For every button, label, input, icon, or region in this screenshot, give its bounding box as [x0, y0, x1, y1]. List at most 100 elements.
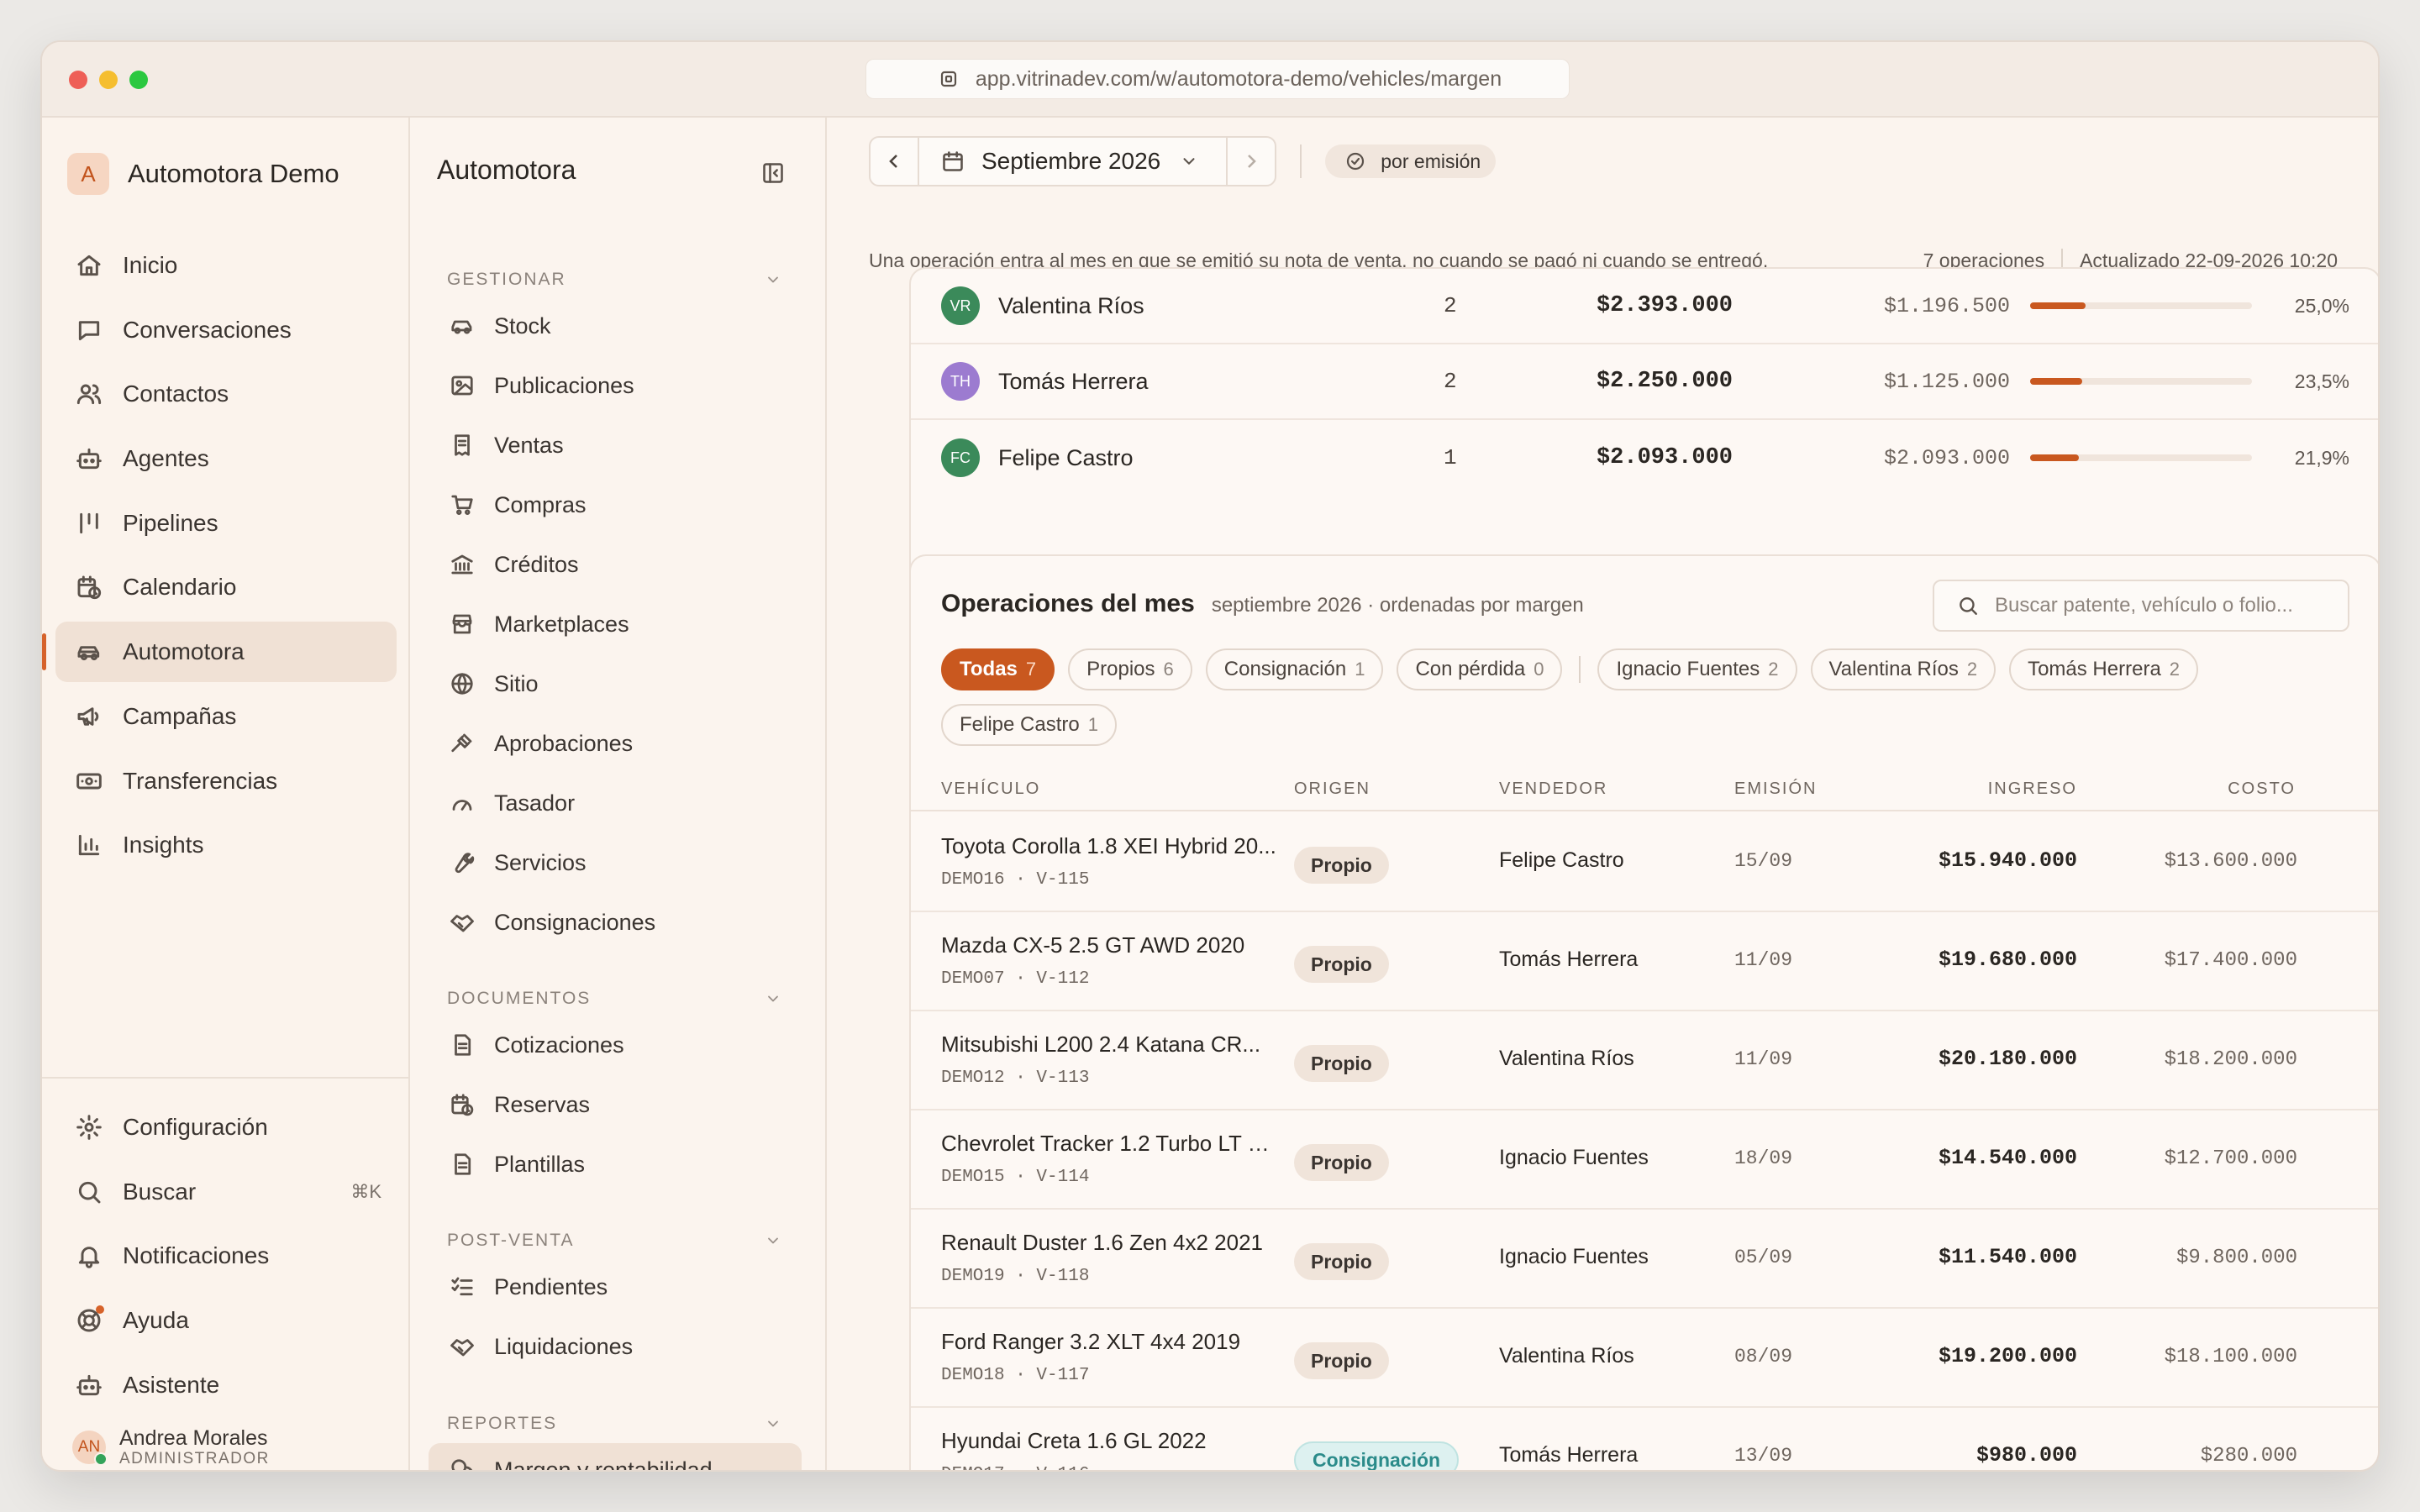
sidebar-item-transferencias[interactable]: Transferencias	[55, 751, 397, 811]
next-month-button[interactable]	[1226, 138, 1275, 185]
vehicle-name: Mazda CX-5 2.5 GT AWD 2020	[941, 932, 1245, 958]
sidebar-item-contactos[interactable]: Contactos	[55, 364, 397, 424]
sidebar-item-calendario[interactable]: Calendario	[55, 557, 397, 617]
section-item-cotizaciones[interactable]: Cotizaciones	[429, 1018, 802, 1072]
table-row[interactable]: Ford Ranger 3.2 XLT 4x4 2019 DEMO18 · V-1…	[911, 1309, 2378, 1408]
sidebar-item-notificaciones[interactable]: Notificaciones	[55, 1226, 397, 1286]
section-sidebar: Automotora GESTIONAR Stock Publicaciones Ve…	[410, 118, 827, 1470]
sidebar-item-buscar[interactable]: Buscar ⌘K	[55, 1162, 397, 1222]
filter-count: 1	[1355, 659, 1365, 680]
filter-chip-felipe-castro[interactable]: Felipe Castro 1	[941, 704, 1117, 746]
table-row[interactable]: Toyota Corolla 1.8 XEI Hybrid 20... DEMO1…	[911, 813, 2378, 912]
section-item-consignaciones[interactable]: Consignaciones	[429, 895, 802, 949]
sidebar-item-insights[interactable]: Insights	[55, 815, 397, 875]
date-mode-toggle[interactable]: por emisión	[1325, 144, 1497, 178]
close-window-button[interactable]	[69, 71, 87, 89]
vehicle-ids: DEMO15 · V-114	[941, 1168, 1090, 1187]
app-window: app.vitrinadev.com/w/automotora-demo/veh…	[40, 40, 2380, 1472]
column-origen[interactable]: ORIGEN	[1294, 780, 1370, 799]
seller-name: Tomás Herrera	[1499, 1443, 1639, 1467]
filter-label: Todas	[960, 658, 1018, 680]
site-info-icon[interactable]	[934, 64, 964, 94]
column-ingreso[interactable]: INGRESO	[1988, 780, 2077, 799]
section-item-pendientes[interactable]: Pendientes	[429, 1260, 802, 1314]
filter-label: Valentina Ríos	[1828, 658, 1959, 680]
seller-row[interactable]: VR Valentina Ríos 2 $2.393.000 $1.196.500 25,…	[911, 269, 2378, 344]
month-picker[interactable]: Septiembre 2026	[919, 138, 1226, 185]
operations-search	[1933, 580, 2349, 632]
column-emision[interactable]: EMISIÓN	[1734, 780, 1817, 799]
table-row[interactable]: Mazda CX-5 2.5 GT AWD 2020 DEMO07 · V-112…	[911, 912, 2378, 1011]
minimize-window-button[interactable]	[99, 71, 118, 89]
column-vendedor[interactable]: VENDEDOR	[1499, 780, 1607, 799]
section-item-label: Créditos	[494, 551, 579, 577]
section-header-gestionar[interactable]: GESTIONAR	[447, 267, 788, 292]
user-avatar: AN	[72, 1431, 108, 1466]
sidebar-item-label: Automotora	[123, 638, 245, 665]
maximize-window-button[interactable]	[129, 71, 148, 89]
seller-row[interactable]: TH Tomás Herrera 2 $2.250.000 $1.125.000 23,5…	[911, 344, 2378, 420]
seller-operations: 2	[1444, 369, 1457, 394]
section-item-creditos[interactable]: Créditos	[429, 538, 802, 591]
filter-chip-consignacion[interactable]: Consignación 1	[1205, 648, 1384, 690]
section-item-marketplaces[interactable]: Marketplaces	[429, 597, 802, 651]
column-vehiculo[interactable]: VEHÍCULO	[941, 780, 1040, 799]
search-input[interactable]	[1995, 594, 2331, 617]
workspace-switcher[interactable]: A Automotora Demo	[67, 153, 339, 195]
url-text: app.vitrinadev.com/w/automotora-demo/veh…	[975, 66, 1502, 91]
collapse-sidebar-icon[interactable]	[758, 158, 788, 188]
handshake-icon	[447, 1331, 477, 1362]
section-header-reportes[interactable]: REPORTES	[447, 1411, 788, 1436]
sidebar-item-automotora[interactable]: Automotora	[42, 622, 397, 683]
section-item-compras[interactable]: Compras	[429, 478, 802, 532]
filter-chip-tomas-herrera[interactable]: Tomás Herrera 2	[2009, 648, 2199, 690]
primary-nav: Inicio Conversaciones Contactos Agentes Pipe…	[42, 235, 397, 879]
table-row[interactable]: Mitsubishi L200 2.4 Katana CR... DEMO12 ·…	[911, 1011, 2378, 1110]
sidebar-item-agentes[interactable]: Agentes	[55, 428, 397, 489]
filter-chip-ignacio-fuentes[interactable]: Ignacio Fuentes 2	[1597, 648, 1797, 690]
table-row[interactable]: Hyundai Creta 1.6 GL 2022 DEMO17 · V-116 C…	[911, 1408, 2378, 1470]
section-item-ventas[interactable]: Ventas	[429, 418, 802, 472]
sidebar-item-inicio[interactable]: Inicio	[55, 235, 397, 296]
table-row[interactable]: Renault Duster 1.6 Zen 4x2 2021 DEMO19 · …	[911, 1210, 2378, 1309]
sidebar-item-configuracion[interactable]: Configuración	[55, 1097, 397, 1158]
search-icon	[1953, 591, 1983, 621]
sidebar-item-conversaciones[interactable]: Conversaciones	[55, 300, 397, 360]
filter-chip-valentina-rios[interactable]: Valentina Ríos 2	[1810, 648, 1996, 690]
sidebar-item-ayuda[interactable]: Ayuda	[55, 1290, 397, 1351]
filter-chip-con-perdida[interactable]: Con pérdida 0	[1397, 648, 1563, 690]
origin-badge: Propio	[1294, 1045, 1389, 1082]
seller-row[interactable]: FC Felipe Castro 1 $2.093.000 $2.093.000 21,9…	[911, 420, 2378, 496]
user-profile[interactable]: AN Andrea Morales ADMINISTRADOR	[72, 1426, 270, 1468]
sidebar-item-asistente[interactable]: Asistente	[55, 1355, 397, 1415]
column-costo[interactable]: COSTO	[2228, 780, 2296, 799]
section-item-aprobaciones[interactable]: Aprobaciones	[429, 717, 802, 770]
section-item-margen-y-rentabilidad[interactable]: Margen y rentabilidad	[429, 1443, 802, 1470]
notification-dot	[96, 1305, 104, 1315]
filter-chip-todas[interactable]: Todas 7	[941, 648, 1055, 690]
section-item-reservas[interactable]: Reservas	[429, 1078, 802, 1131]
section-item-servicios[interactable]: Servicios	[429, 836, 802, 890]
filter-label: Propios	[1086, 658, 1155, 680]
section-item-plantillas[interactable]: Plantillas	[429, 1137, 802, 1191]
url-bar[interactable]: app.vitrinadev.com/w/automotora-demo/veh…	[865, 59, 1570, 99]
section-header-documentos[interactable]: DOCUMENTOS	[447, 986, 788, 1011]
previous-month-button[interactable]	[871, 138, 919, 185]
section-item-publicaciones[interactable]: Publicaciones	[429, 359, 802, 412]
section-item-stock[interactable]: Stock	[429, 299, 802, 353]
section-item-tasador[interactable]: Tasador	[429, 776, 802, 830]
section-header-postventa[interactable]: POST-VENTA	[447, 1228, 788, 1253]
sidebar-item-campanas[interactable]: Campañas	[55, 686, 397, 747]
filter-label: Con pérdida	[1415, 658, 1526, 680]
filter-chip-propios[interactable]: Propios 6	[1068, 648, 1192, 690]
section-item-liquidaciones[interactable]: Liquidaciones	[429, 1320, 802, 1373]
operations-title: Operaciones del mes	[941, 590, 1195, 617]
section-item-sitio[interactable]: Sitio	[429, 657, 802, 711]
sidebar-item-pipelines[interactable]: Pipelines	[55, 493, 397, 554]
filter-count: 1	[1087, 714, 1098, 735]
chevron-down-icon	[758, 984, 788, 1014]
ingreso-value: $980.000	[1975, 1443, 2077, 1467]
table-row[interactable]: Chevrolet Tracker 1.2 Turbo LT 2... DEMO1…	[911, 1110, 2378, 1210]
secondary-nav: Configuración Buscar ⌘K Notificaciones Ayuda…	[55, 1097, 397, 1419]
seller-avatar: FC	[941, 438, 980, 477]
